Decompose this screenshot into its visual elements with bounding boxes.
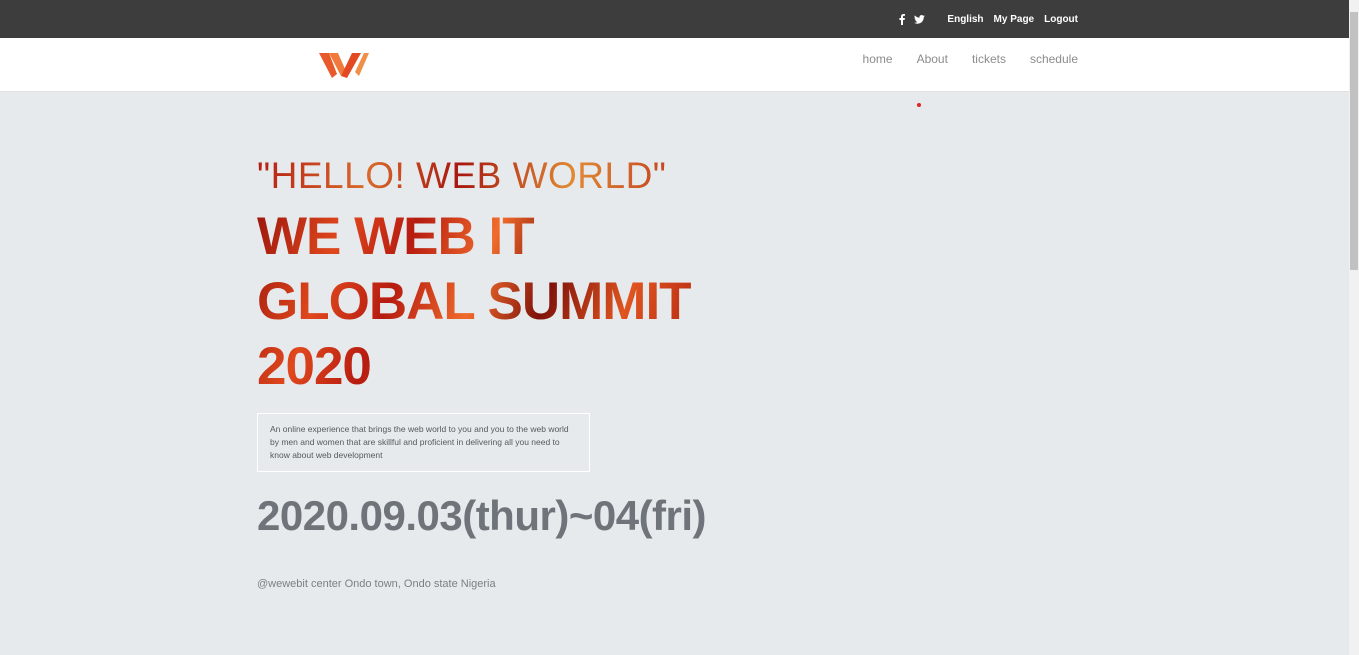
nav-item-schedule[interactable]: schedule	[1030, 52, 1078, 66]
social-links	[899, 13, 926, 25]
nav-menu: home About tickets schedule	[839, 38, 1078, 80]
hero-quote: "HELLO! WEB WORLD"	[257, 150, 706, 202]
nav-item-tickets[interactable]: tickets	[972, 52, 1006, 66]
my-page-link[interactable]: My Page	[994, 14, 1035, 25]
main-navbar: home About tickets schedule	[0, 38, 1349, 92]
hero-title-line-3: 2020	[257, 337, 371, 396]
nav-item-home[interactable]: home	[863, 52, 893, 66]
hero-section: "HELLO! WEB WORLD" WE WEB IT GLOBAL SUMM…	[257, 150, 707, 590]
hero-title: WE WEB IT GLOBAL SUMMIT 2020	[257, 204, 706, 399]
hero-title-line-2: GLOBAL SUMMIT	[257, 272, 691, 331]
event-location: @wewebit center Ondo town, Ondo state Ni…	[257, 578, 496, 590]
language-link[interactable]: English	[947, 14, 983, 25]
top-bar: English My Page Logout	[0, 0, 1349, 38]
logout-link[interactable]: Logout	[1044, 14, 1078, 25]
event-date: 2020.09.03(thur)~04(fri)	[257, 492, 707, 539]
active-indicator-dot	[917, 103, 921, 107]
scrollbar-thumb[interactable]	[1350, 12, 1358, 270]
facebook-icon[interactable]	[899, 13, 906, 25]
hero-description: An online experience that brings the web…	[257, 413, 590, 472]
top-links: English My Page Logout	[899, 0, 1078, 38]
hero-title-line-1: WE WEB IT	[257, 207, 534, 266]
page-scrollbar[interactable]	[1349, 0, 1359, 655]
twitter-icon[interactable]	[914, 14, 926, 24]
ww-logo[interactable]	[319, 50, 369, 78]
nav-item-about[interactable]: About	[917, 52, 948, 66]
